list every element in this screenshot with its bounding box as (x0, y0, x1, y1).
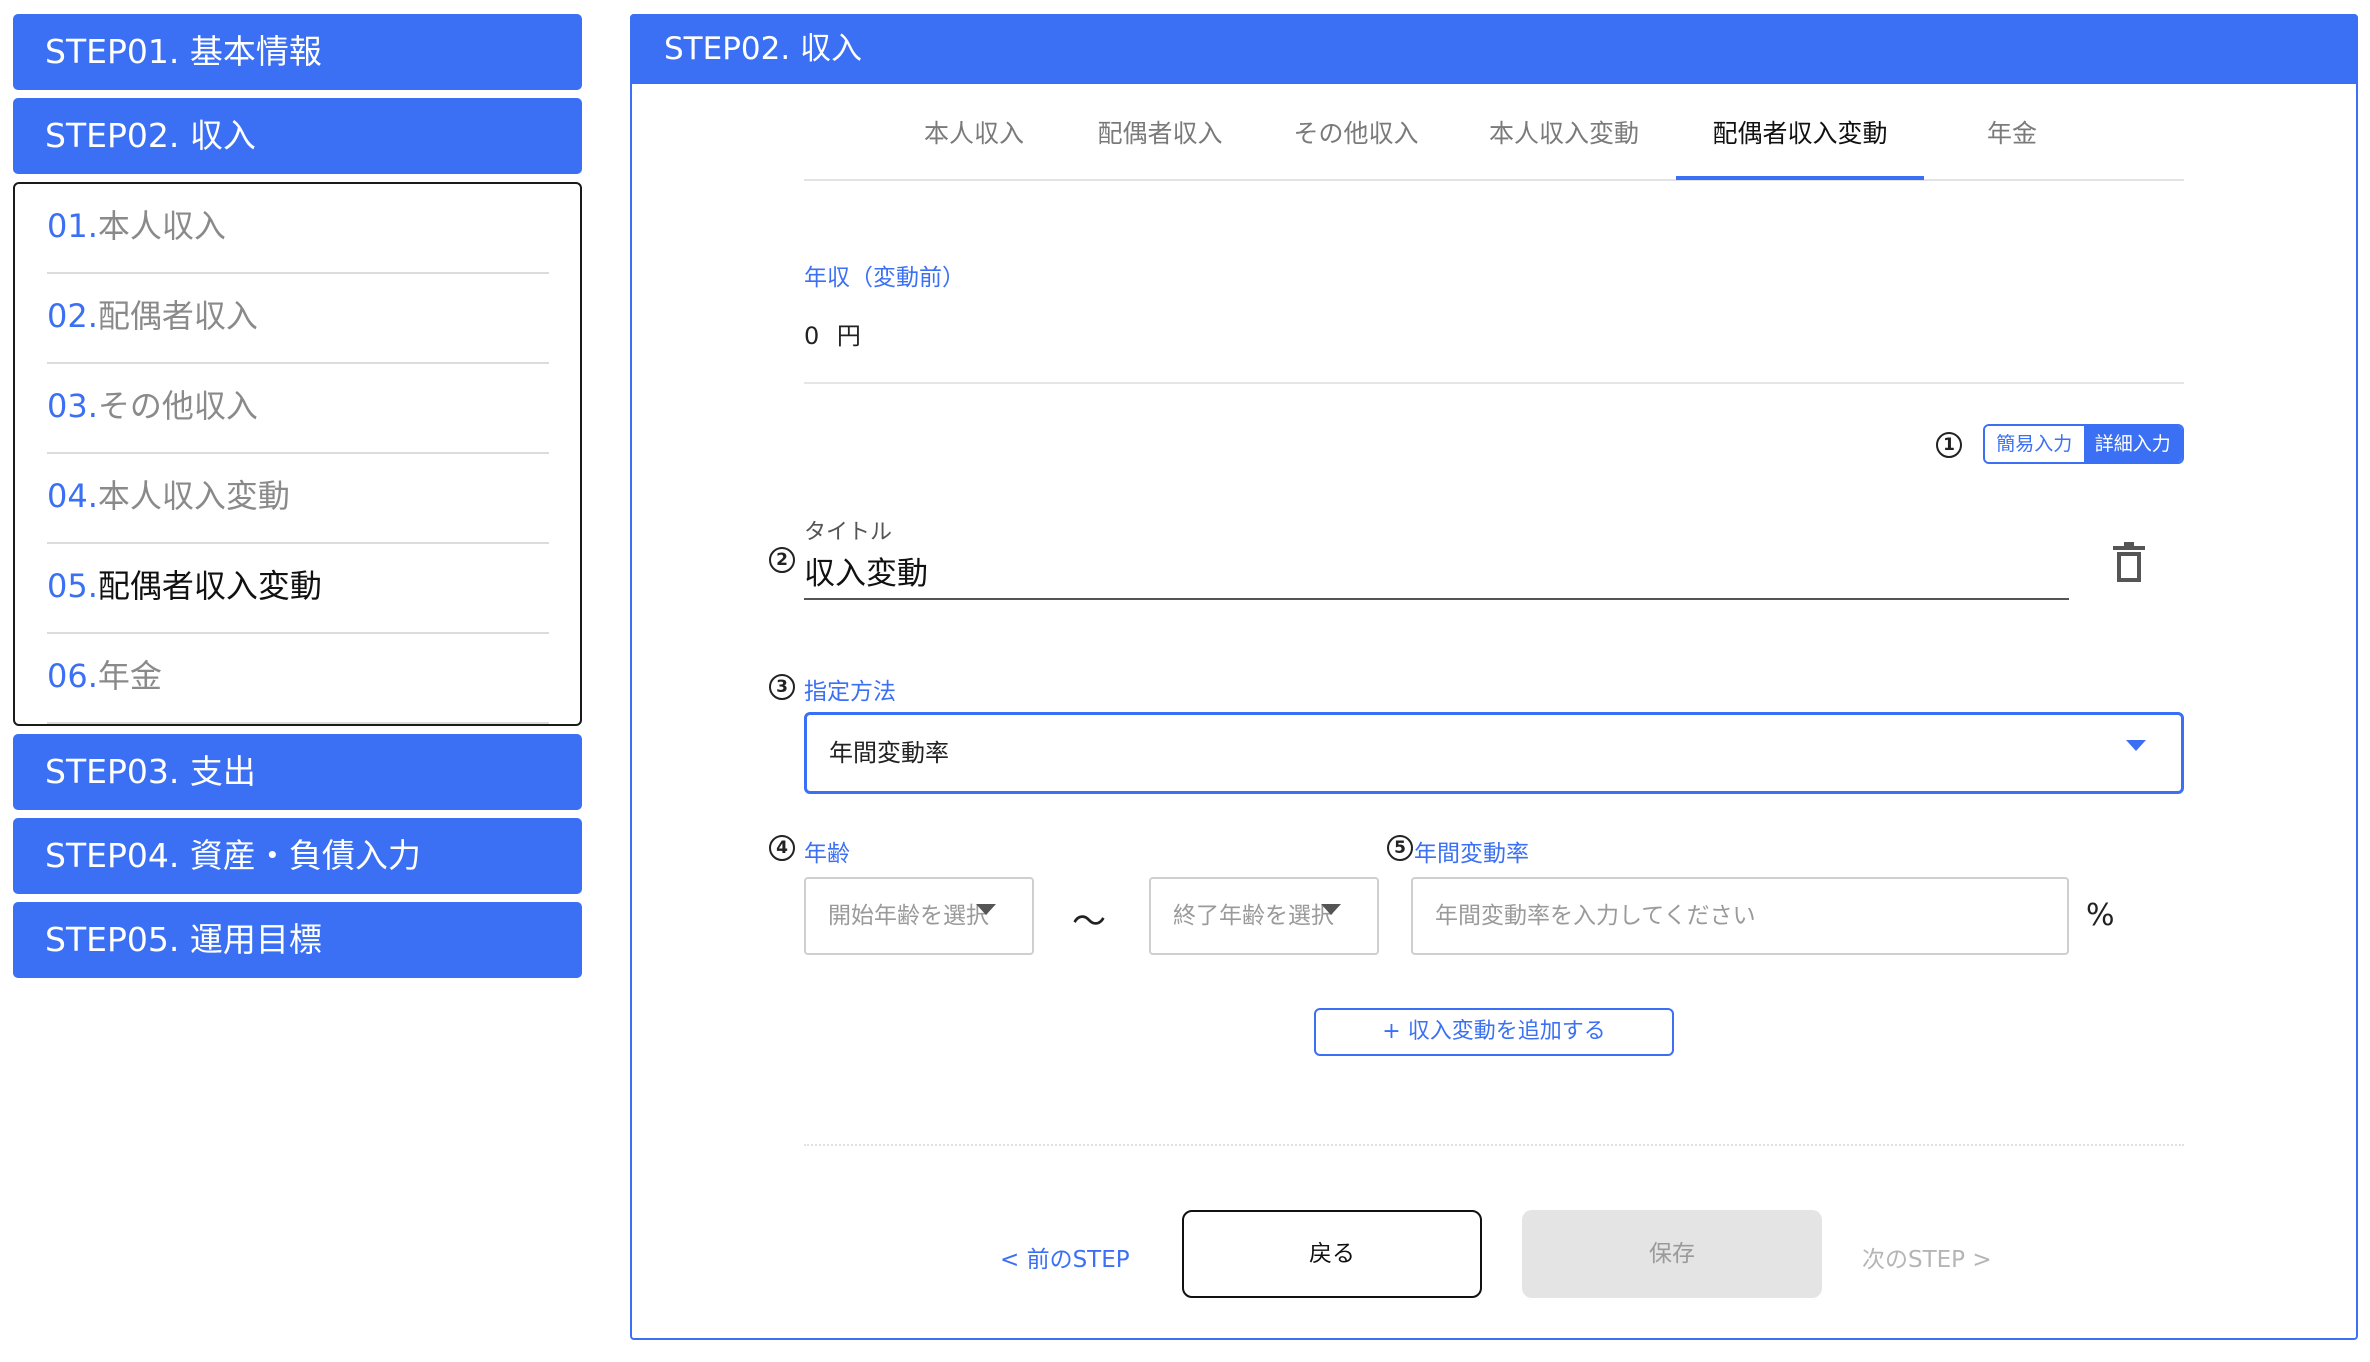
trash-icon-graphic (2113, 542, 2145, 582)
submenu-item-label: 配偶者収入 (97, 297, 258, 335)
submenu-item-label: 本人収入変動 (97, 477, 290, 515)
tab-honnin-hendo[interactable]: 本人収入変動 (1466, 112, 1662, 176)
submenu-item-label: 配偶者収入変動 (97, 567, 322, 605)
submenu-item-nenkin[interactable]: 06.年金 (47, 634, 549, 724)
submenu-item-number: 01. (47, 207, 98, 245)
submenu-item-label: 本人収入 (97, 207, 226, 245)
tab-divider (804, 179, 2184, 181)
chevron-down-icon (2126, 740, 2146, 751)
submenu-item-number: 06. (47, 657, 98, 695)
submenu-item-haigusha-shunyu[interactable]: 02.配偶者収入 (47, 274, 549, 364)
start-age-select[interactable]: 開始年齢を選択 (804, 877, 1034, 955)
submenu-item-sonota-shunyu[interactable]: 03.その他収入 (47, 364, 549, 454)
step02-submenu: 01.本人収入 02.配偶者収入 03.その他収入 04.本人収入変動 05.配… (13, 182, 582, 726)
chevron-down-icon (1321, 904, 1341, 915)
section-divider (804, 382, 2184, 384)
step03-button[interactable]: STEP03. 支出 (13, 734, 582, 810)
method-label: 指定方法 (804, 679, 896, 705)
title-field-label: タイトル (804, 520, 893, 545)
submenu-item-number: 04. (47, 477, 98, 515)
marker-4: 4 (769, 835, 795, 861)
submenu-item-honnin-shunyu[interactable]: 01.本人収入 (47, 184, 549, 274)
detailed-input-option[interactable]: 詳細入力 (2083, 426, 2182, 462)
rate-input[interactable] (1435, 903, 2067, 929)
add-income-change-button[interactable]: + 収入変動を追加する (1314, 1008, 1674, 1056)
tab-haigusha-hendo[interactable]: 配偶者収入変動 (1676, 112, 1924, 176)
title-field-underline (804, 598, 2069, 600)
submenu-item-haigusha-hendo[interactable]: 05.配偶者収入変動 (47, 544, 549, 634)
age-label: 年齢 (804, 841, 850, 867)
rate-field (1411, 877, 2069, 955)
age-range-separator: 〜 (1072, 902, 1106, 942)
tab-haigusha-shunyu[interactable]: 配偶者収入 (1080, 112, 1240, 176)
footer-divider (804, 1144, 2184, 1146)
tab-honnin-shunyu[interactable]: 本人収入 (894, 112, 1054, 176)
step02-button[interactable]: STEP02. 収入 (13, 98, 582, 174)
tab-sonota-shunyu[interactable]: その他収入 (1276, 112, 1436, 176)
income-unit: 円 (836, 322, 861, 350)
submenu-item-number: 05. (47, 567, 98, 605)
step01-button[interactable]: STEP01. 基本情報 (13, 14, 582, 90)
marker-2: 2 (769, 547, 795, 573)
prev-step-link[interactable]: < 前のSTEP (1000, 1240, 1130, 1274)
method-selected-value: 年間変動率 (829, 739, 949, 767)
back-button[interactable]: 戻る (1182, 1210, 1482, 1298)
end-age-select[interactable]: 終了年齢を選択 (1149, 877, 1379, 955)
marker-1: 1 (1936, 432, 1962, 458)
save-button[interactable]: 保存 (1522, 1210, 1822, 1298)
active-tab-indicator (1676, 176, 1924, 180)
step04-button[interactable]: STEP04. 資産・負債入力 (13, 818, 582, 894)
method-select[interactable]: 年間変動率 (804, 712, 2184, 794)
submenu-item-number: 03. (47, 387, 98, 425)
step05-button[interactable]: STEP05. 運用目標 (13, 902, 582, 978)
panel-title: STEP02. 収入 (630, 14, 2358, 84)
title-field-value[interactable]: 収入変動 (804, 548, 928, 593)
submenu-item-label: その他収入 (97, 387, 258, 425)
input-mode-toggle: 簡易入力 詳細入力 (1983, 424, 2184, 464)
chevron-down-icon (976, 904, 996, 915)
marker-5: 5 (1387, 835, 1413, 861)
submenu-item-number: 02. (47, 297, 98, 335)
income-before-label: 年収（変動前） (804, 265, 965, 291)
rate-label: 年間変動率 (1414, 841, 1529, 867)
submenu-item-honnin-hendo[interactable]: 04.本人収入変動 (47, 454, 549, 544)
income-value: 0 (804, 322, 820, 350)
submenu-item-label: 年金 (97, 657, 162, 695)
marker-3: 3 (769, 674, 795, 700)
trash-icon[interactable] (2112, 542, 2146, 584)
simple-input-option[interactable]: 簡易入力 (1985, 426, 2084, 462)
next-step-link[interactable]: 次のSTEP > (1862, 1240, 1992, 1274)
income-before-value: 0 円 (804, 316, 861, 351)
tab-nenkin[interactable]: 年金 (1960, 112, 2064, 176)
rate-unit: % (2086, 898, 2115, 933)
